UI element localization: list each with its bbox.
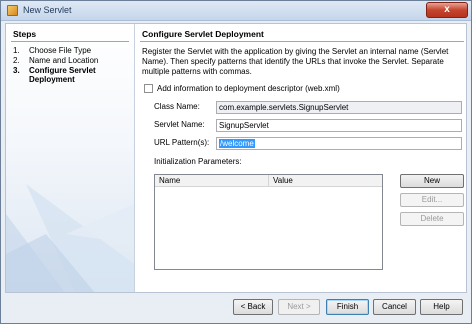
step-name-and-location: 2. Name and Location xyxy=(13,56,98,65)
servlet-name-field[interactable]: SignupServlet xyxy=(216,119,462,132)
title-bar[interactable]: New Servlet x xyxy=(1,1,471,21)
url-patterns-field[interactable]: /welcome xyxy=(216,137,462,150)
steps-panel: Steps 1. Choose File Type 2. Name and Loca… xyxy=(6,24,135,292)
url-patterns-label: URL Pattern(s): xyxy=(154,138,210,147)
init-params-table[interactable]: Name Value xyxy=(154,174,383,270)
app-icon xyxy=(7,5,18,16)
cancel-button[interactable]: Cancel xyxy=(373,299,416,315)
main-panel: Configure Servlet Deployment Register th… xyxy=(136,24,466,292)
init-params-label: Initialization Parameters: xyxy=(154,157,242,166)
step-choose-file-type: 1. Choose File Type xyxy=(13,46,91,55)
steps-divider xyxy=(11,41,129,42)
step-label: Configure Servlet xyxy=(29,66,96,75)
step-number: 3. xyxy=(13,66,20,75)
add-to-descriptor-checkbox[interactable] xyxy=(144,84,153,93)
step-configure-servlet-deployment: 3. Configure Servlet Deployment xyxy=(13,66,96,84)
url-patterns-value: /welcome xyxy=(219,139,255,148)
description-text: Register the Servlet with the applicatio… xyxy=(142,47,449,76)
add-to-descriptor-label[interactable]: Add information to deployment descriptor… xyxy=(157,84,340,93)
panel-title: Configure Servlet Deployment xyxy=(142,29,264,39)
finish-button[interactable]: Finish xyxy=(326,299,369,315)
class-name-field[interactable]: com.example.servlets.SignupServlet xyxy=(216,101,462,114)
servlet-name-label: Servlet Name: xyxy=(154,120,205,129)
column-header-value[interactable]: Value xyxy=(269,175,382,187)
column-header-name[interactable]: Name xyxy=(155,175,269,187)
edit-button[interactable]: Edit... xyxy=(400,193,464,207)
next-button[interactable]: Next > xyxy=(278,299,320,315)
step-label-continued: Deployment xyxy=(29,75,75,84)
window-title: New Servlet xyxy=(23,5,72,15)
back-button[interactable]: < Back xyxy=(233,299,273,315)
step-label: Choose File Type xyxy=(29,46,92,55)
new-servlet-dialog: New Servlet x Steps 1. Choose File Type 2… xyxy=(0,0,472,324)
step-label: Name and Location xyxy=(29,56,99,65)
decorative-graphic xyxy=(6,184,134,292)
step-number: 1. xyxy=(13,46,20,55)
step-number: 2. xyxy=(13,56,20,65)
new-button[interactable]: New xyxy=(400,174,464,188)
panel-divider xyxy=(140,41,464,42)
help-button[interactable]: Help xyxy=(420,299,463,315)
delete-button[interactable]: Delete xyxy=(400,212,464,226)
class-name-label: Class Name: xyxy=(154,102,200,111)
dialog-body: Steps 1. Choose File Type 2. Name and Loca… xyxy=(5,23,467,293)
close-button[interactable]: x xyxy=(426,2,468,18)
steps-title: Steps xyxy=(13,29,37,39)
